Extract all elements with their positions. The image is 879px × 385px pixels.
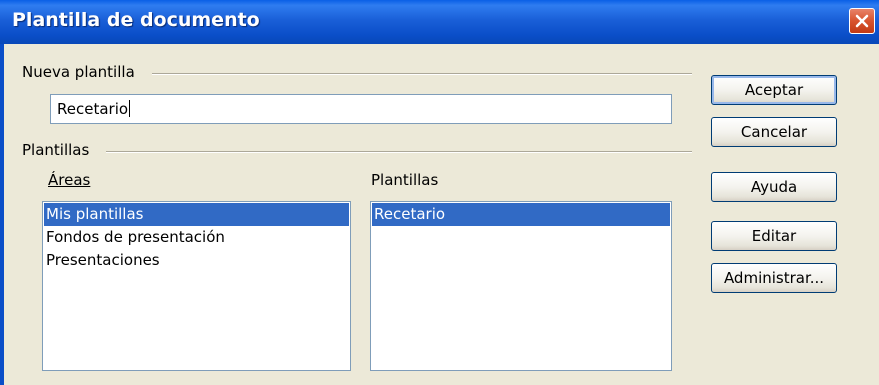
template-name-input[interactable]: Recetario — [50, 94, 672, 124]
cancel-button[interactable]: Cancelar — [711, 117, 837, 147]
manage-button[interactable]: Administrar... — [711, 263, 837, 293]
help-button[interactable]: Ayuda — [711, 172, 837, 202]
new-template-separator — [152, 73, 692, 75]
areas-item-mis-plantillas[interactable]: Mis plantillas — [44, 203, 349, 226]
areas-listbox[interactable]: Mis plantillas Fondos de presentación Pr… — [42, 201, 351, 371]
template-dialog: Plantilla de documento Nueva plantilla R… — [0, 0, 879, 385]
dialog-title: Plantilla de documento — [12, 9, 260, 31]
close-button[interactable] — [849, 8, 875, 34]
title-bar[interactable]: Plantilla de documento — [0, 0, 879, 44]
templates-list-label: Plantillas — [371, 171, 439, 189]
template-name-value: Recetario — [57, 100, 129, 118]
window-frame — [0, 44, 4, 385]
text-caret — [129, 100, 131, 117]
areas-item-fondos-presentacion[interactable]: Fondos de presentación — [44, 226, 349, 249]
areas-label: Áreas — [48, 171, 91, 189]
templates-separator — [106, 151, 692, 153]
templates-item-recetario[interactable]: Recetario — [372, 203, 670, 226]
edit-button[interactable]: Editar — [711, 221, 837, 251]
new-template-group-label: Nueva plantilla — [22, 63, 135, 81]
templates-group-label: Plantillas — [22, 141, 90, 159]
areas-item-presentaciones[interactable]: Presentaciones — [44, 249, 349, 272]
templates-listbox[interactable]: Recetario — [370, 201, 672, 371]
close-icon — [855, 14, 869, 28]
ok-button[interactable]: Aceptar — [711, 75, 837, 105]
